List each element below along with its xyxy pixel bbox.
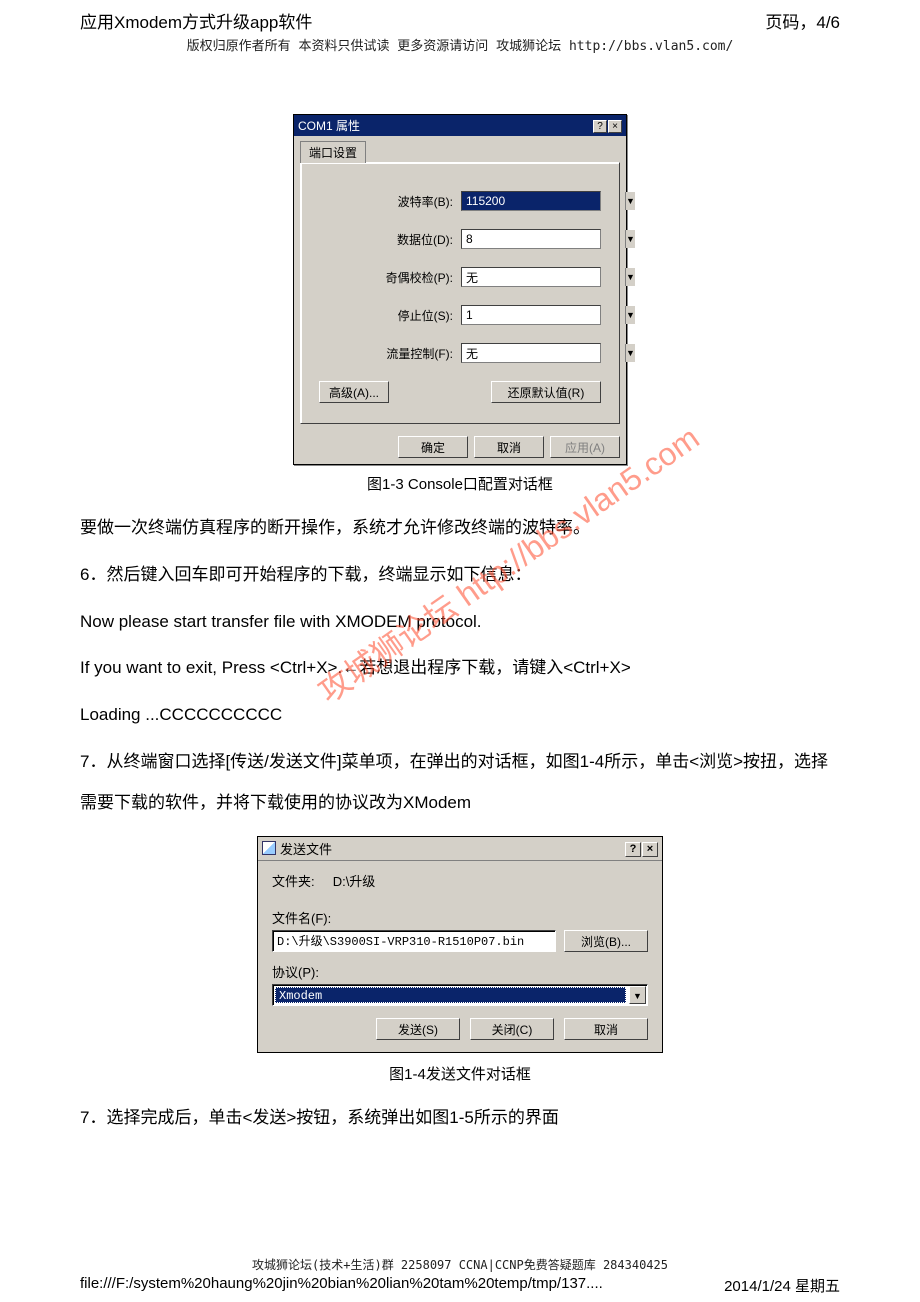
paragraph: If you want to exit, Press <Ctrl+X>.←若想退… (80, 648, 840, 689)
send-file-dialog: 发送文件 ?× 文件夹: D:\升级 文件名(F): 浏览(B)... 协议(P… (257, 836, 663, 1053)
document-icon (262, 841, 276, 855)
cancel-button[interactable]: 取消 (564, 1018, 648, 1040)
figure-caption-1-4: 图1-4发送文件对话框 (80, 1063, 840, 1084)
figure-caption-1-3: 图1-3 Console口配置对话框 (80, 473, 840, 494)
folder-label: 文件夹: (272, 874, 315, 889)
filename-input[interactable] (272, 930, 556, 952)
footer-date: 2014/1/24 星期五 (724, 1275, 840, 1296)
dialog-title: COM1 属性 (298, 117, 360, 134)
cancel-button[interactable]: 取消 (474, 436, 544, 458)
send-button[interactable]: 发送(S) (376, 1018, 460, 1040)
parity-combo[interactable]: ▼ (461, 267, 601, 287)
tab-port-settings[interactable]: 端口设置 (300, 141, 366, 163)
browse-button[interactable]: 浏览(B)... (564, 930, 648, 952)
chevron-down-icon[interactable]: ▼ (625, 230, 635, 248)
copyright-line: 版权归原作者所有 本资料只供试读 更多资源请访问 攻城狮论坛 http://bb… (80, 35, 840, 54)
filename-label: 文件名(F): (272, 908, 648, 927)
parity-value[interactable] (462, 268, 625, 286)
baud-combo[interactable]: ▼ (461, 191, 601, 211)
databits-value[interactable] (462, 230, 625, 248)
help-icon[interactable]: ? (625, 842, 641, 857)
paragraph: 要做一次终端仿真程序的断开操作，系统才允许修改终端的波特率。 (80, 508, 840, 549)
paragraph: 7．选择完成后，单击<发送>按钮，系统弹出如图1-5所示的界面 (80, 1098, 840, 1139)
databits-combo[interactable]: ▼ (461, 229, 601, 249)
help-icon[interactable]: ? (593, 120, 607, 133)
paragraph: 7．从终端窗口选择[传送/发送文件]菜单项，在弹出的对话框，如图1-4所示，单击… (80, 742, 840, 824)
close-button[interactable]: 关闭(C) (470, 1018, 554, 1040)
flowcontrol-label: 流量控制(F): (365, 345, 453, 362)
footer-group-info: 攻城狮论坛(技术+生活)群 2258097 CCNA|CCNP免费答疑题库 28… (0, 1256, 920, 1273)
paragraph: 6．然后键入回车即可开始程序的下载，终端显示如下信息： (80, 555, 840, 596)
dialog-titlebar: 发送文件 ?× (258, 837, 662, 861)
close-icon[interactable]: × (608, 120, 622, 133)
baud-value[interactable] (462, 192, 625, 210)
baud-label: 波特率(B): (365, 193, 453, 210)
stopbits-combo[interactable]: ▼ (461, 305, 601, 325)
paragraph: Now please start transfer file with XMOD… (80, 602, 840, 643)
chevron-down-icon[interactable]: ▼ (625, 268, 635, 286)
apply-button[interactable]: 应用(A) (550, 436, 620, 458)
chevron-down-icon[interactable]: ▼ (625, 344, 635, 362)
stopbits-value[interactable] (462, 306, 625, 324)
dialog-title: 发送文件 (280, 839, 332, 858)
stopbits-label: 停止位(S): (365, 307, 453, 324)
flowcontrol-combo[interactable]: ▼ (461, 343, 601, 363)
paragraph: Loading ...CCCCCCCCCC (80, 695, 840, 736)
protocol-label: 协议(P): (272, 962, 648, 981)
protocol-combo[interactable]: Xmodem ▼ (272, 984, 648, 1006)
chevron-down-icon[interactable]: ▼ (625, 306, 635, 324)
chevron-down-icon[interactable]: ▼ (625, 192, 635, 210)
databits-label: 数据位(D): (365, 231, 453, 248)
footer-path: file:///F:/system%20haung%20jin%20bian%2… (80, 1275, 603, 1296)
close-icon[interactable]: × (642, 842, 658, 857)
ok-button[interactable]: 确定 (398, 436, 468, 458)
restore-defaults-button[interactable]: 还原默认值(R) (491, 381, 601, 403)
folder-value: D:\升级 (333, 874, 376, 889)
flowcontrol-value[interactable] (462, 344, 625, 362)
chevron-down-icon[interactable]: ▼ (629, 986, 646, 1004)
com1-properties-dialog: COM1 属性 ?× 端口设置 波特率(B): ▼ 数据位(D): (293, 114, 627, 465)
page-indicator: 页码，4/6 (765, 8, 840, 33)
doc-title: 应用Xmodem方式升级app软件 (80, 8, 312, 33)
dialog-titlebar: COM1 属性 ?× (294, 115, 626, 136)
protocol-value: Xmodem (275, 987, 626, 1003)
advanced-button[interactable]: 高级(A)... (319, 381, 389, 403)
parity-label: 奇偶校检(P): (365, 269, 453, 286)
